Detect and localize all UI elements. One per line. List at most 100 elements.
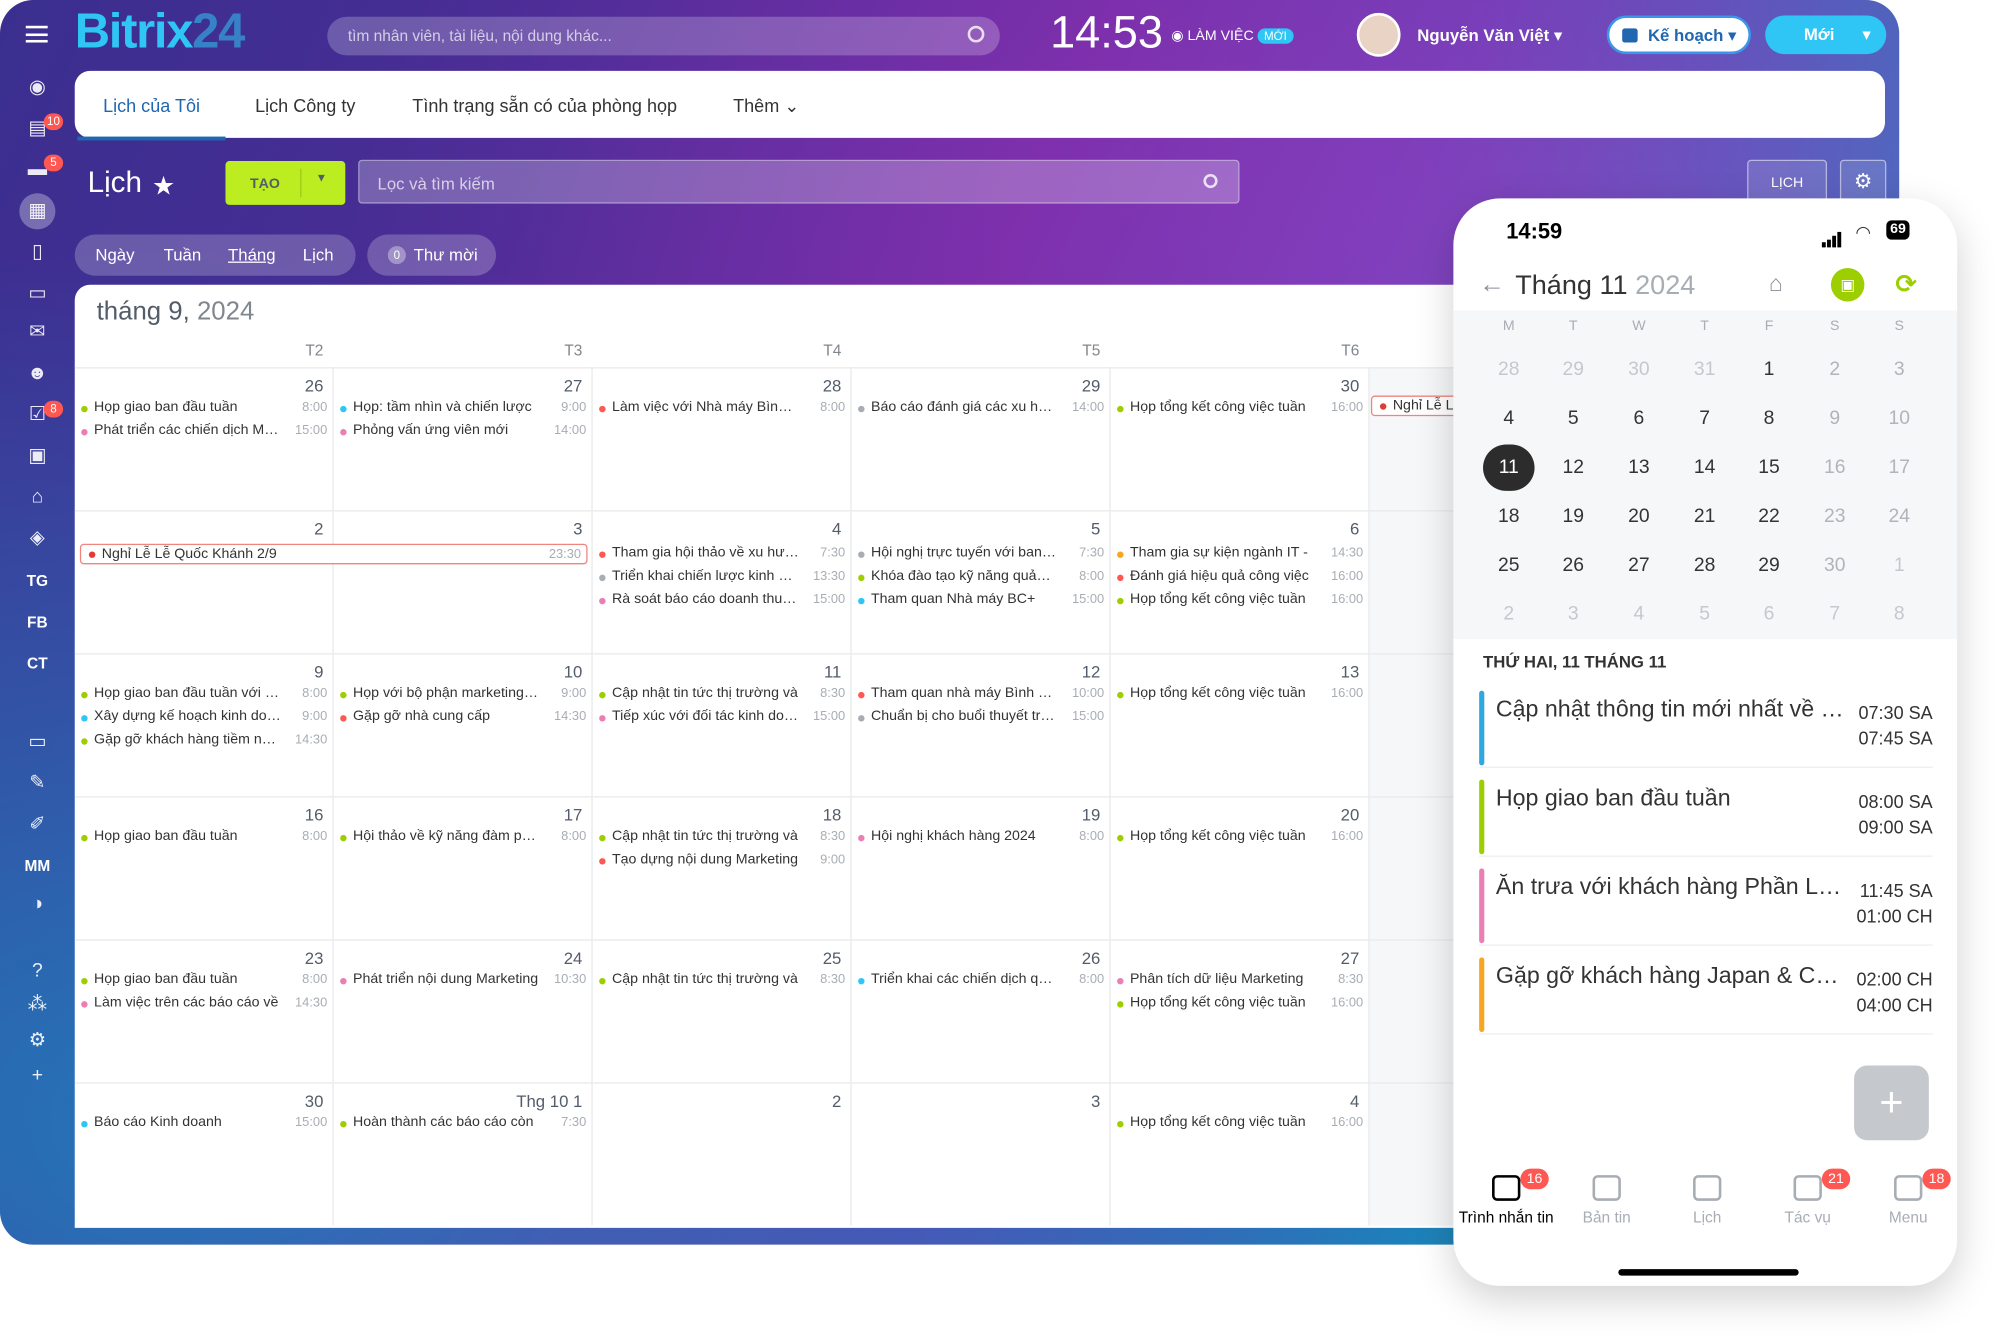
day-cell[interactable]: 25 Cập nhật tin tức thị trường và 8:30 [592,939,852,1083]
mini-day[interactable]: 7 [1803,593,1867,637]
event-item[interactable]: Rà soát báo cáo doanh thu và 15:00 [599,591,845,610]
mini-day[interactable]: 29 [1541,348,1605,392]
event-item[interactable]: Chuẩn bị cho buổi thuyết trình 15:00 [858,709,1104,728]
mini-day[interactable]: 29 [1737,544,1801,588]
mini-day[interactable]: 24 [1867,495,1931,539]
mini-day[interactable]: 28 [1477,348,1541,392]
event-item[interactable]: Phát triển nội dung Marketing 10:30 [340,971,586,990]
sidebar-text-item[interactable]: MM [0,857,75,875]
day-cell[interactable]: 4 Họp tổng kết công việc tuần 16:00 [1110,1082,1370,1226]
mini-day[interactable]: 17 [1867,446,1931,490]
tab-more[interactable]: Thêm ⌄ [733,95,799,117]
mini-day[interactable]: 4 [1607,593,1671,637]
global-search-input[interactable]: tìm nhân viên, tài liệu, nội dung khác..… [327,16,1000,56]
event-item[interactable]: Phỏng vấn ứng viên mới 14:00 [340,423,586,442]
crm-icon[interactable]: ▣ [23,442,51,470]
bottom-nav-4[interactable]: Menu 18 [1858,1162,1957,1227]
event-item[interactable]: Họp tổng kết công việc tuần 16:00 [1117,685,1363,704]
event-item[interactable]: Khóa đào tạo kỹ năng quản lý 8:00 [858,568,1104,587]
mini-day[interactable]: 20 [1607,495,1671,539]
event-item[interactable]: Làm việc trên các báo cáo về 14:30 [81,995,327,1014]
mini-day[interactable]: 25 [1477,544,1541,588]
day-cell[interactable]: 26 Họp giao ban đầu tuần 8:00 Phát triển cá… [74,367,334,511]
contacts-icon[interactable]: ☻ [23,359,51,387]
star-icon[interactable]: ★ [152,170,175,202]
view-schedule[interactable]: Lịch [303,245,334,264]
mini-day[interactable]: 14 [1672,446,1736,490]
event-item[interactable]: Làm việc với Nhà máy Bình Dương 8:00 [599,399,845,418]
sidebar-text-item[interactable]: CT [0,655,75,673]
mini-day[interactable]: 11 [1477,444,1541,491]
event-item[interactable]: Họp tổng kết công việc tuần 16:00 [1117,828,1363,847]
event-item[interactable]: Họp giao ban đầu tuần với đội ngũ 8:00 [81,685,327,704]
day-cell[interactable]: 12 Tham quan nhà máy Bình Chánh 10:00 Chuẩn… [851,653,1111,797]
event-item[interactable]: Họp tổng kết công việc tuần 16:00 [1117,995,1363,1014]
add-icon[interactable]: + [23,1062,51,1090]
sidebar-text-item[interactable]: TG [0,572,75,590]
plan-button[interactable]: Kế hoạch ▾ [1606,15,1752,55]
user-name[interactable]: Nguyễn Văn Việt ▾ [1417,26,1562,47]
day-cell[interactable]: 10 Họp với bộ phận marketing để 9:00 Gặp gỡ… [333,653,593,797]
view-month[interactable]: Tháng [228,245,276,264]
mini-day[interactable]: 3 [1541,593,1605,637]
avatar[interactable] [1356,12,1401,57]
folder-icon[interactable]: ▭ [23,728,51,756]
mini-day[interactable]: 12 [1541,446,1605,490]
filter-search-input[interactable]: Lọc và tìm kiếm [358,159,1240,204]
day-cell[interactable]: 13 Họp tổng kết công việc tuần 16:00 [1110,653,1370,797]
mini-day[interactable]: 21 [1672,495,1736,539]
calendar-button[interactable]: LỊCH [1747,159,1828,204]
agenda-event[interactable]: Họp giao ban đầu tuần 08:00 SA 09:00 SA [1479,777,1933,857]
tab-company-calendar[interactable]: Lịch Công ty [255,95,355,116]
day-cell[interactable]: 17 Hội thảo về kỹ năng đàm phán 8:00 [333,796,593,940]
event-item[interactable]: Hội nghị khách hàng 2024 8:00 [858,828,1104,847]
add-event-button[interactable]: + [1854,1065,1929,1141]
tab-my-calendar[interactable]: Lịch của Tôi [77,95,227,141]
event-item[interactable]: Cập nhật tin tức thị trường và 8:30 [599,971,845,990]
event-item[interactable]: Hoàn thành các báo cáo còn 7:30 [340,1115,586,1134]
mini-day[interactable]: 23 [1803,495,1867,539]
event-item[interactable]: Gặp gỡ nhà cung cấp 14:30 [340,709,586,728]
mini-day[interactable]: 6 [1737,593,1801,637]
day-cell[interactable]: 2 [74,510,334,654]
day-cell[interactable]: 3 [851,1082,1111,1226]
create-button[interactable]: TẠO ▼ [225,161,346,205]
mini-day[interactable]: 10 [1867,397,1931,441]
bitrix-logo[interactable]: Bitrix24 [75,5,246,60]
mini-day[interactable]: 5 [1672,593,1736,637]
menu-icon[interactable] [25,25,48,43]
event-item[interactable]: Tham quan Nhà máy BC+ 15:00 [858,591,1104,610]
view-week[interactable]: Tuần [164,245,202,264]
mini-day[interactable]: 13 [1607,446,1671,490]
event-item[interactable]: Cập nhật tin tức thị trường và 8:30 [599,685,845,704]
bottom-nav-0[interactable]: Trình nhắn tin 16 [1456,1162,1556,1227]
calendar-icon[interactable]: ▦ [23,197,51,225]
bottom-nav-2[interactable]: Lịch [1657,1162,1757,1227]
sync-icon[interactable]: ◉ [23,73,51,101]
mini-day[interactable]: 2 [1477,593,1541,637]
day-cell[interactable]: 28 Làm việc với Nhà máy Bình Dương 8:00 [592,367,852,511]
mini-day[interactable]: 2 [1803,348,1867,392]
mini-day[interactable]: 1 [1737,348,1801,392]
back-arrow-icon[interactable]: ← [1479,271,1505,301]
mini-day[interactable]: 5 [1541,397,1605,441]
calendar-sync-icon[interactable]: ▣ [1830,267,1865,302]
sign-icon[interactable]: ✐ [23,810,51,838]
day-cell[interactable]: 2 [592,1082,852,1226]
day-cell[interactable]: 4 Tham gia hội thảo về xu hướng 7:30 Triển … [592,510,852,654]
agenda-event[interactable]: Gặp gỡ khách hàng Japan & Co... 02:00 CH 0… [1479,955,1933,1035]
event-item[interactable]: Họp giao ban đầu tuần 8:00 [81,399,327,418]
day-cell[interactable]: 11 Cập nhật tin tức thị trường và 8:30 Tiếp… [592,653,852,797]
event-item[interactable]: Báo cáo đánh giá các xu hướng 14:00 [858,399,1104,418]
event-item[interactable]: Phát triển các chiến dịch Marketing 15:00 [81,423,327,442]
event-item[interactable]: Triển khai chiến lược kinh doanh 13:30 [599,568,845,587]
mini-day[interactable]: 18 [1477,495,1541,539]
day-cell[interactable]: 18 Cập nhật tin tức thị trường và 8:30 Tạo … [592,796,852,940]
mini-day[interactable]: 26 [1541,544,1605,588]
day-cell[interactable]: 24 Phát triển nội dung Marketing 10:30 [333,939,593,1083]
event-item[interactable]: Họp tổng kết công việc tuần 16:00 [1117,591,1363,610]
day-cell[interactable]: 26 Triển khai các chiến dịch quảng 8:00 [851,939,1111,1083]
day-cell[interactable]: 16 Họp giao ban đầu tuần 8:00 [74,796,334,940]
day-cell[interactable]: 29 Báo cáo đánh giá các xu hướng 14:00 [851,367,1111,511]
mini-day[interactable]: 9 [1803,397,1867,441]
